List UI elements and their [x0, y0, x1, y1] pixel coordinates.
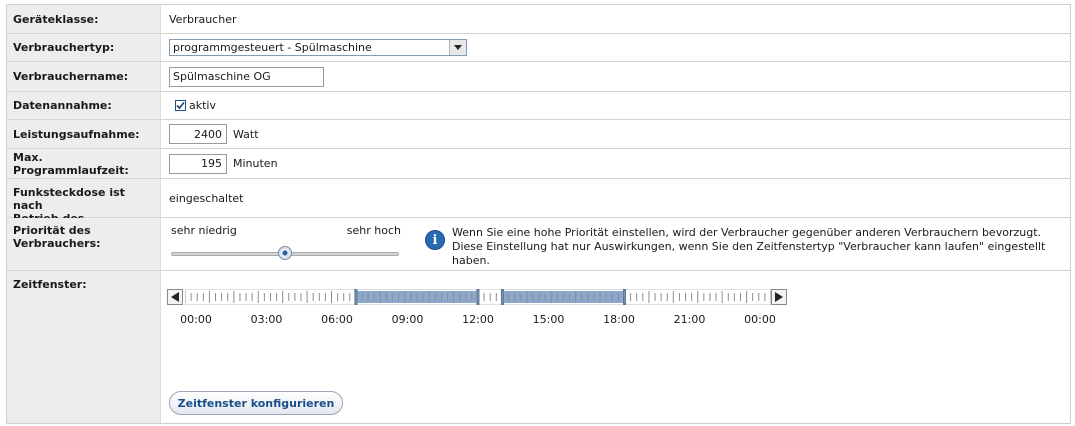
label-zeitfenster: Zeitfenster: — [7, 271, 161, 423]
leistungsaufnahme-unit: Watt — [233, 127, 259, 141]
datenannahme-checkbox-label[interactable]: aktiv — [189, 99, 216, 112]
timeline-bar[interactable] — [185, 289, 771, 305]
verbrauchername-input[interactable]: Spülmaschine OG — [169, 66, 324, 87]
timeline-prev-button[interactable] — [167, 289, 183, 305]
arrow-left-icon — [171, 292, 179, 302]
timeline-hour-labels: 00:00 03:00 06:00 09:00 12:00 15:00 18:00 21:00… — [167, 313, 791, 327]
value-funksteckdose: eingeschaltet — [169, 191, 244, 205]
consumer-form: Geräteklasse: Verbraucher Verbrauchertyp… — [6, 4, 1071, 424]
row-zeitfenster: Zeitfenster: 00:00 03:00 06:00 09:00 12:00 15… — [7, 271, 1070, 423]
label-prioritaet-line2: Verbrauchers: — [13, 237, 101, 250]
timeline-hour-label: 06:00 — [321, 313, 353, 326]
row-prioritaet: Priorität des Verbrauchers: sehr niedrig… — [7, 218, 1070, 271]
priority-slider-handle[interactable] — [278, 246, 292, 260]
label-programmlaufzeit: Max. Programmlaufzeit: — [7, 149, 161, 178]
programmlaufzeit-unit: Minuten — [233, 157, 278, 170]
row-leistungsaufnahme: Leistungsaufnahme: 2400 Watt — [7, 120, 1070, 149]
priority-high-label: sehr hoch — [346, 224, 401, 237]
label-prioritaet: Priorität des Verbrauchers: — [7, 218, 161, 270]
row-geraeteklasse: Geräteklasse: Verbraucher — [7, 5, 1070, 34]
timeline-hour-label: 03:00 — [250, 313, 283, 326]
info-icon: i — [425, 230, 445, 250]
programmlaufzeit-input[interactable]: 195 — [169, 153, 227, 174]
priority-low-label: sehr niedrig — [171, 224, 237, 237]
chevron-down-icon[interactable] — [449, 40, 466, 55]
priority-info-text: Wenn Sie eine hohe Priorität einstellen,… — [452, 226, 1046, 267]
checkmark-icon — [176, 101, 185, 110]
verbrauchertyp-select[interactable]: programmgesteuert - Spülmaschine — [169, 39, 467, 56]
row-verbrauchername: Verbrauchername: Spülmaschine OG — [7, 62, 1070, 92]
zeitfenster-konfigurieren-button[interactable]: Zeitfenster konfigurieren — [169, 391, 343, 415]
arrow-right-icon — [775, 292, 783, 302]
timeline-hour-label: 15:00 — [532, 313, 565, 326]
label-leistungsaufnahme: Leistungsaufnahme: — [7, 120, 161, 148]
row-datenannahme: Datenannahme: aktiv — [7, 92, 1070, 120]
value-geraeteklasse: Verbraucher — [169, 12, 237, 26]
leistungsaufnahme-input[interactable]: 2400 — [169, 124, 227, 144]
label-funksteckdose: Funksteckdose ist nach Betrieb des Verbr… — [7, 179, 161, 238]
timeline-hour-label: 00:00 — [180, 313, 212, 326]
label-prioritaet-line1: Priorität des — [13, 224, 91, 237]
datenannahme-checkbox[interactable] — [175, 100, 186, 111]
timeline-hour-label: 12:00 — [462, 313, 494, 326]
priority-info: i Wenn Sie eine hohe Priorität einstelle… — [425, 226, 1062, 268]
row-funksteckdose: Funksteckdose ist nach Betrieb des Verbr… — [7, 179, 1070, 238]
timeline-next-button[interactable] — [771, 289, 787, 305]
timeline-hour-label: 00:00 — [744, 313, 776, 326]
row-verbrauchertyp: Verbrauchertyp: programmgesteuert - Spül… — [7, 34, 1070, 62]
label-verbrauchername: Verbrauchername: — [7, 62, 161, 91]
label-verbrauchertyp: Verbrauchertyp: — [7, 34, 161, 61]
timeline-hour-label: 09:00 — [391, 313, 424, 326]
timeline-hour-label: 18:00 — [603, 313, 635, 326]
priority-slider[interactable]: sehr niedrig sehr hoch — [169, 222, 401, 262]
label-geraeteklasse: Geräteklasse: — [7, 5, 161, 33]
label-datenannahme: Datenannahme: — [7, 92, 161, 119]
timeline-hour-label: 21:00 — [673, 313, 706, 326]
label-funksteckdose-line1: Funksteckdose ist nach — [13, 186, 125, 212]
verbrauchertyp-select-value: programmgesteuert - Spülmaschine — [173, 41, 372, 54]
row-programmlaufzeit: Max. Programmlaufzeit: 195 Minuten — [7, 149, 1070, 179]
